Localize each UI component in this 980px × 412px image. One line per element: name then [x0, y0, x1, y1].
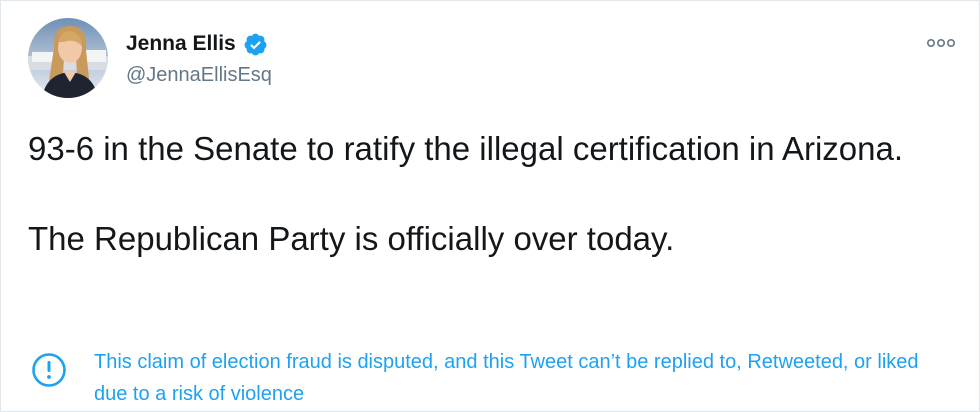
tweet-paragraph: The Republican Party is officially over …	[28, 220, 675, 257]
author-block: Jenna Ellis @JennaEllisEsq	[126, 29, 272, 87]
disputed-claim-notice: This claim of election fraud is disputed…	[31, 346, 954, 410]
more-options-icon[interactable]	[923, 33, 959, 53]
tweet-text: 93-6 in the Senate to ratify the illegal…	[28, 126, 908, 261]
user-handle[interactable]: @JennaEllisEsq	[126, 64, 272, 87]
exclamation-circle-icon	[31, 352, 67, 388]
display-name[interactable]: Jenna Ellis	[126, 32, 236, 56]
tweet-paragraph: 93-6 in the Senate to ratify the illegal…	[28, 130, 903, 167]
profile-photo	[28, 18, 108, 98]
name-row: Jenna Ellis	[126, 29, 272, 59]
avatar[interactable]	[28, 18, 108, 98]
notice-text[interactable]: This claim of election fraud is disputed…	[94, 346, 954, 410]
verified-badge-icon	[243, 32, 268, 57]
tweet-card: Jenna Ellis @JennaEllisEsq 93-6 in the S…	[0, 0, 980, 412]
